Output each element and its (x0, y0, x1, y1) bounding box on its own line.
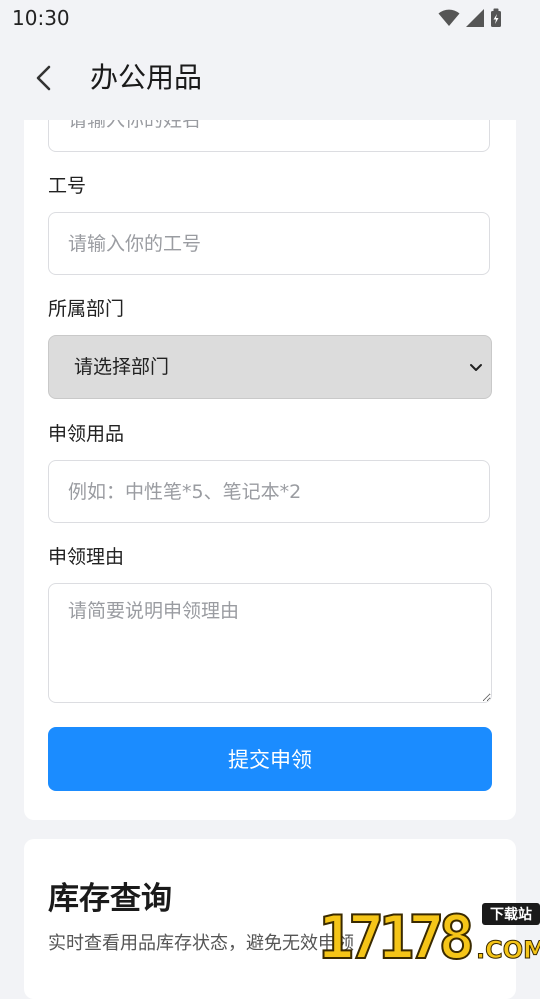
status-time: 10:30 (12, 6, 70, 30)
inventory-title: 库存查询 (48, 881, 172, 917)
chevron-down-icon (470, 364, 482, 371)
watermark-logo: 下载站 17178 .COM (317, 902, 540, 960)
items-label: 申领用品 (48, 423, 125, 445)
submit-button[interactable]: 提交申领 (48, 727, 492, 791)
battery-charging-icon (491, 8, 501, 27)
department-label: 所属部门 (48, 298, 125, 320)
app-bar: 办公用品 (0, 38, 540, 120)
employee-id-input[interactable] (48, 212, 490, 275)
reason-label: 申领理由 (48, 546, 125, 568)
reason-textarea[interactable] (48, 583, 492, 703)
svg-text:.COM: .COM (476, 936, 540, 960)
svg-text:下载站: 下载站 (490, 906, 532, 923)
status-bar: 10:30 (0, 0, 540, 38)
wifi-icon (438, 9, 460, 26)
inventory-description: 实时查看用品库存状态，避免无效申领 (48, 933, 354, 954)
svg-text:17178: 17178 (318, 903, 471, 960)
department-select[interactable]: 请选择部门 (48, 335, 492, 399)
items-input[interactable] (48, 460, 490, 523)
chevron-left-icon (36, 65, 51, 91)
back-button[interactable] (24, 58, 64, 98)
employee-id-label: 工号 (48, 175, 87, 197)
department-select-value: 请选择部门 (74, 356, 170, 378)
cellular-signal-icon (466, 9, 484, 27)
page-title: 办公用品 (90, 61, 203, 94)
status-icons (438, 7, 502, 29)
